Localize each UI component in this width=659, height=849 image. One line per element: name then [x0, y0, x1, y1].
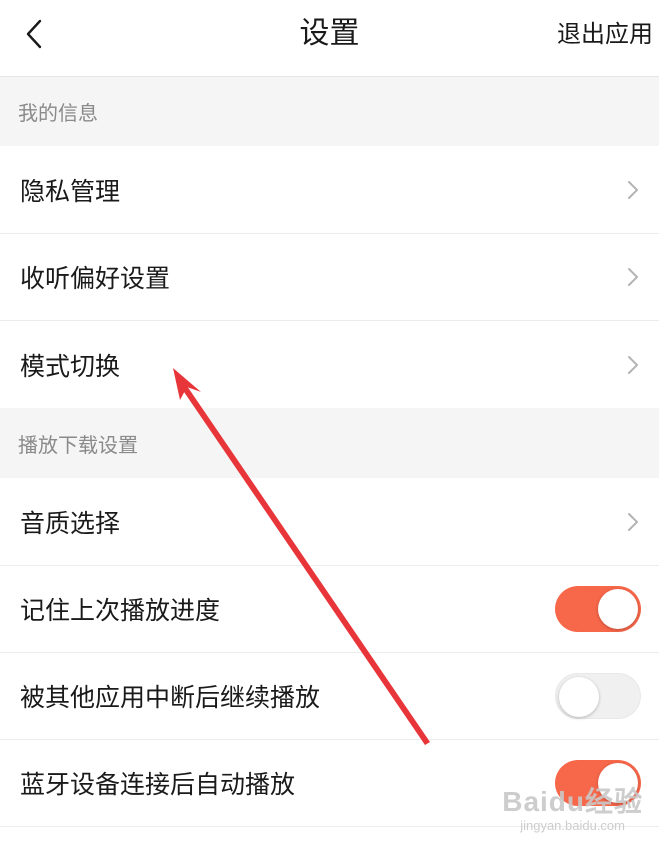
- settings-row-remember-progress: 记住上次播放进度: [0, 566, 659, 653]
- settings-row-listening-preferences[interactable]: 收听偏好设置: [0, 234, 659, 321]
- section-header-playback-download: 播放下载设置: [0, 408, 659, 478]
- row-label: 被其他应用中断后继续播放: [20, 683, 321, 712]
- chevron-right-icon: [628, 512, 638, 531]
- exit-app-button[interactable]: 退出应用: [557, 16, 653, 52]
- chevron-right-icon: [628, 268, 638, 286]
- settings-row-mode-switch[interactable]: 模式切换: [0, 321, 659, 408]
- chevron-right-icon: [628, 355, 638, 374]
- navigation-bar: 设置 退出应用: [0, 0, 659, 77]
- row-label: 收听偏好设置: [20, 264, 171, 293]
- settings-screen: 设置 退出应用 我的信息 隐私管理 收听偏好设置 模式切换 播放下载设置 音质选…: [0, 0, 659, 849]
- settings-row-privacy[interactable]: 隐私管理: [0, 146, 659, 234]
- watermark-main: Baidu经验: [502, 786, 643, 817]
- baidu-watermark: Baidu经验 jingyan.baidu.com: [502, 780, 643, 833]
- section-title: 我的信息: [18, 101, 98, 125]
- section-header-my-info: 我的信息: [0, 77, 659, 146]
- settings-row-audio-quality[interactable]: 音质选择: [0, 478, 659, 566]
- row-label: 蓝牙设备连接后自动播放: [20, 770, 296, 799]
- row-label: 音质选择: [20, 508, 121, 538]
- settings-row-resume-after-interrupt: 被其他应用中断后继续播放: [0, 653, 659, 740]
- section-title: 播放下载设置: [18, 432, 138, 457]
- row-label: 隐私管理: [20, 176, 121, 206]
- toggle-knob: [598, 589, 638, 629]
- chevron-right-icon: [628, 180, 638, 199]
- watermark-sub: jingyan.baidu.com: [520, 818, 625, 833]
- row-label: 模式切换: [20, 351, 121, 381]
- toggle-switch[interactable]: [555, 586, 641, 632]
- toggle-knob: [559, 677, 599, 717]
- row-label: 记住上次播放进度: [20, 596, 221, 625]
- toggle-switch[interactable]: [555, 673, 641, 719]
